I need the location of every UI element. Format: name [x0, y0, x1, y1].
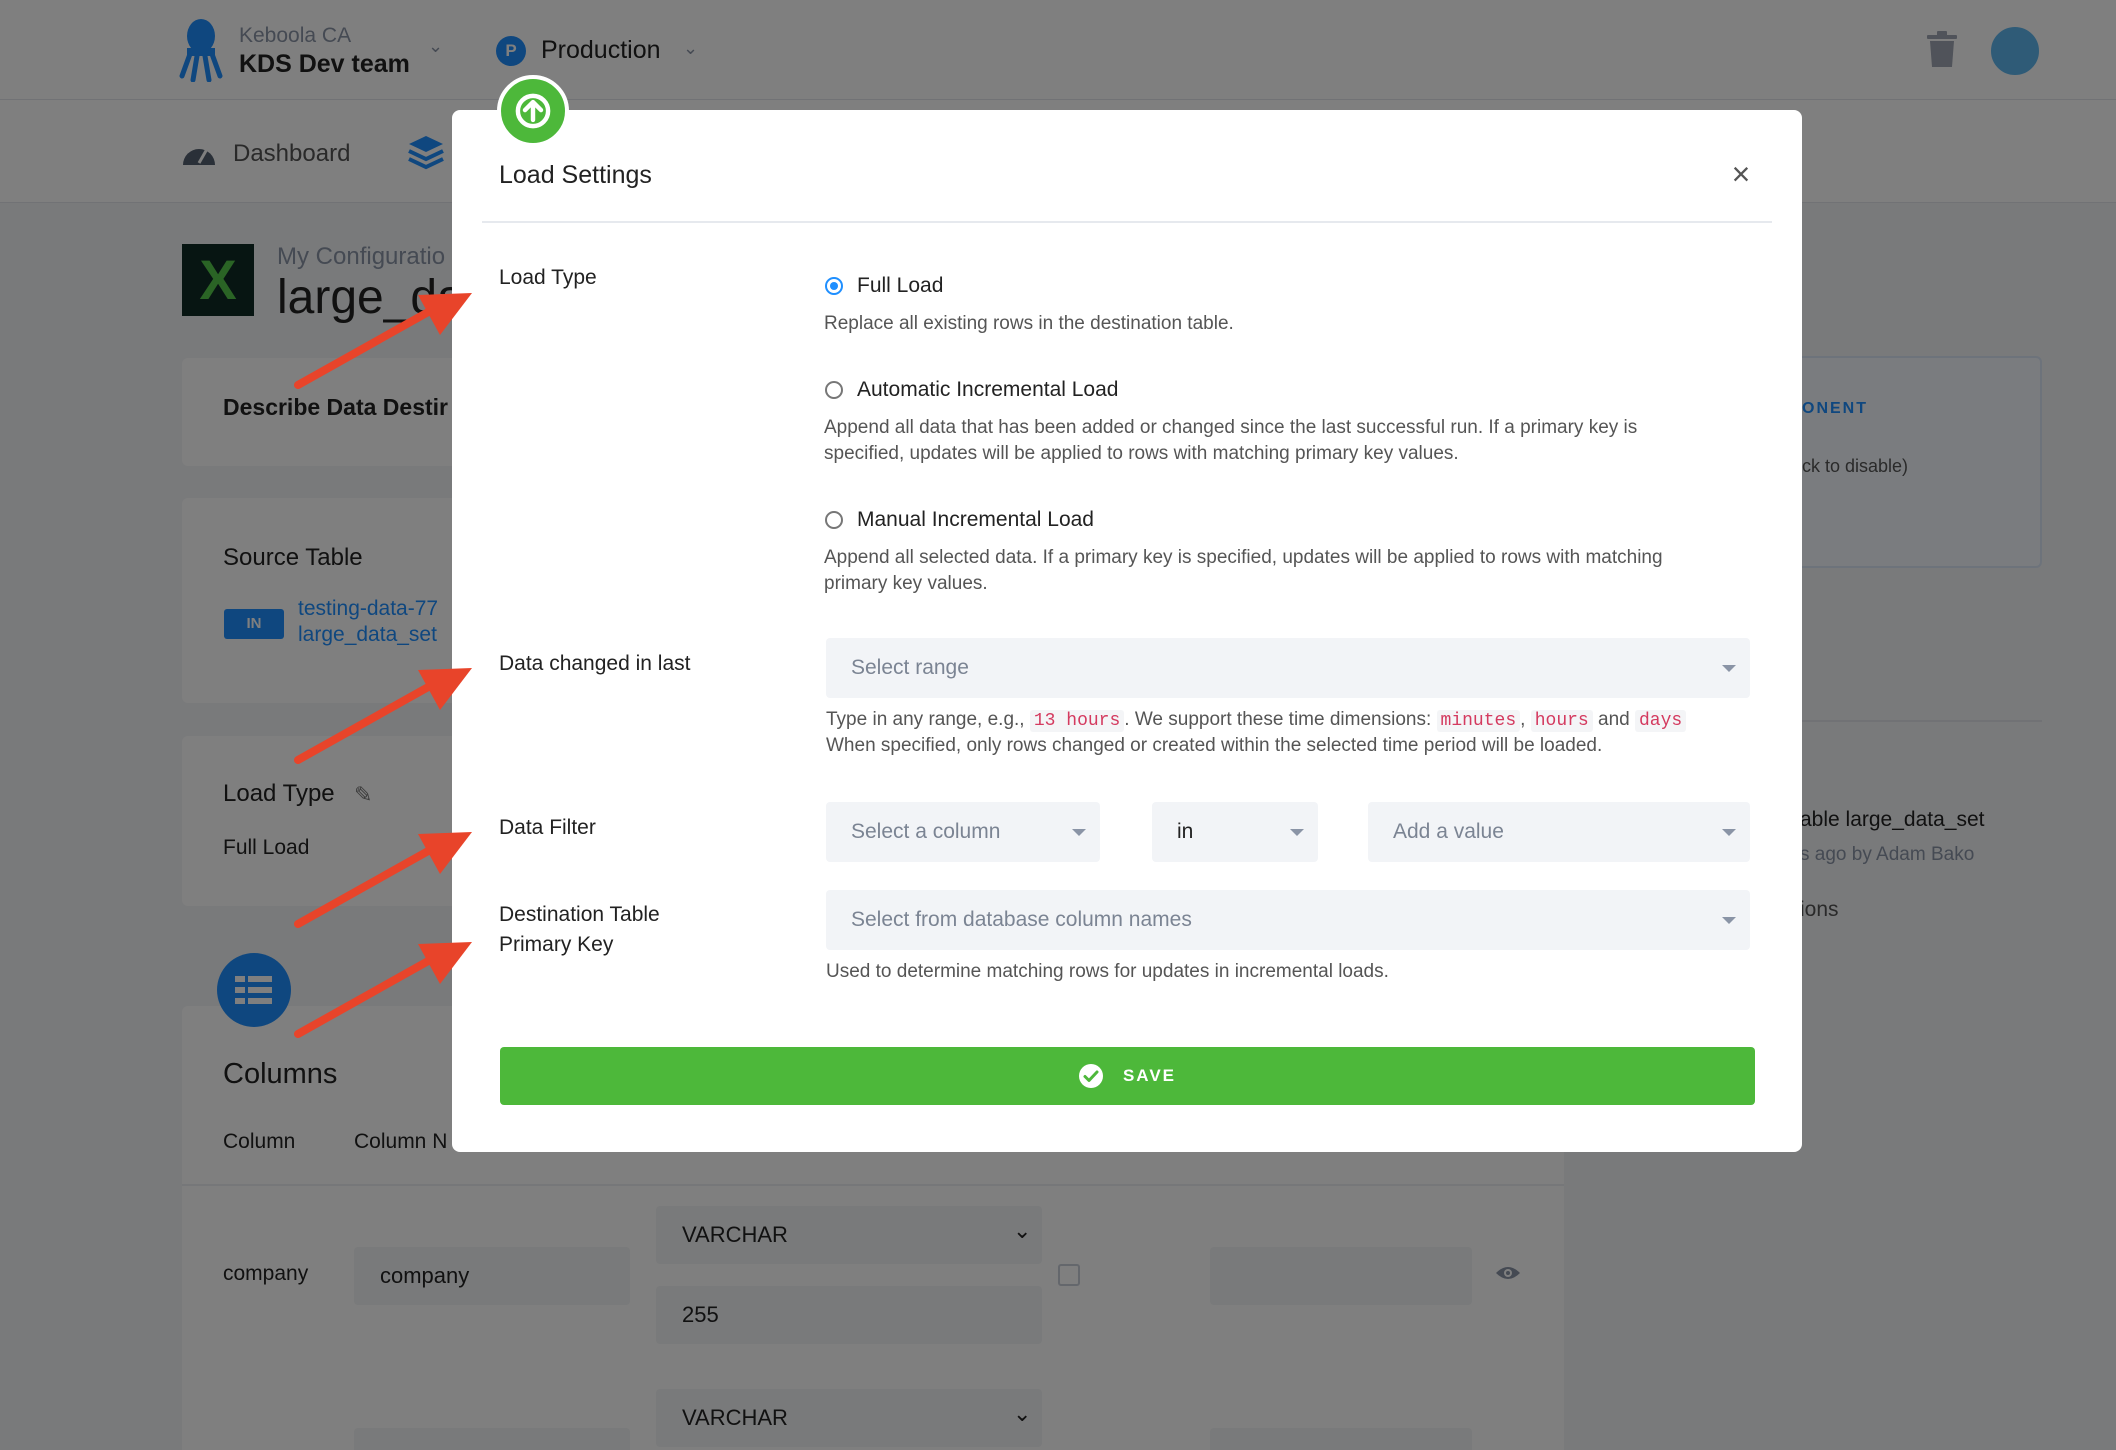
- caret-down-icon: [1072, 829, 1086, 836]
- time-range-help-2: When specified, only rows changed or cre…: [826, 735, 1603, 756]
- dimension-days: days: [1635, 710, 1687, 732]
- filter-column-select[interactable]: Select a column: [826, 802, 1100, 862]
- caret-down-icon: [1722, 665, 1736, 672]
- caret-down-icon: [1722, 917, 1736, 924]
- filter-operator-select[interactable]: in: [1152, 802, 1318, 862]
- manual-incremental-load-help-1: Append all selected data. If a primary k…: [824, 547, 1663, 568]
- close-icon[interactable]: ×: [1726, 158, 1756, 190]
- manual-incremental-load-label[interactable]: Manual Incremental Load: [857, 508, 1094, 532]
- time-range-help-mid: . We support these time dimensions:: [1124, 709, 1432, 730]
- manual-incremental-load-radio[interactable]: [825, 511, 843, 529]
- annotation-arrow: [294, 942, 472, 1038]
- annotation-arrow: [294, 293, 472, 389]
- check-circle-icon: [1078, 1064, 1103, 1088]
- time-range-placeholder: Select range: [851, 656, 969, 679]
- load-type-label: Load Type: [499, 266, 597, 289]
- primary-key-help: Used to determine matching rows for upda…: [826, 961, 1389, 982]
- primary-key-label-1: Destination Table: [499, 903, 660, 926]
- manual-incremental-load-help-2: primary key values.: [824, 573, 988, 594]
- modal-title: Load Settings: [499, 161, 652, 189]
- full-load-label[interactable]: Full Load: [857, 274, 943, 298]
- automatic-incremental-load-help-1: Append all data that has been added or c…: [824, 417, 1638, 438]
- automatic-incremental-load-label[interactable]: Automatic Incremental Load: [857, 378, 1118, 402]
- primary-key-placeholder: Select from database column names: [851, 908, 1192, 931]
- automatic-incremental-load-help-2: specified, updates will be applied to ro…: [824, 443, 1459, 464]
- time-range-help: Type in any range, e.g., 13 hours. We su…: [826, 707, 1687, 734]
- upload-arrow-icon: [497, 75, 569, 147]
- example-range: 13 hours: [1029, 710, 1125, 732]
- full-load-help: Replace all existing rows in the destina…: [824, 313, 1234, 334]
- primary-key-select[interactable]: Select from database column names: [826, 890, 1750, 950]
- filter-operator-value: in: [1177, 820, 1194, 843]
- caret-down-icon: [1722, 829, 1736, 836]
- load-settings-modal: Load Settings × Load Type Full Load Repl…: [452, 110, 1802, 1152]
- annotation-arrow: [294, 668, 472, 764]
- filter-value-placeholder: Add a value: [1393, 820, 1504, 843]
- primary-key-label-2: Primary Key: [499, 933, 614, 956]
- annotation-arrow: [294, 832, 472, 928]
- save-label: SAVE: [1122, 1066, 1177, 1085]
- dimension-minutes: minutes: [1436, 710, 1521, 732]
- data-changed-label: Data changed in last: [499, 652, 691, 675]
- time-range-help-prefix: Type in any range, e.g.,: [826, 709, 1025, 730]
- dimension-hours: hours: [1530, 710, 1593, 732]
- save-button[interactable]: SAVE: [500, 1047, 1755, 1105]
- caret-down-icon: [1290, 829, 1304, 836]
- filter-value-select[interactable]: Add a value: [1368, 802, 1750, 862]
- automatic-incremental-load-radio[interactable]: [825, 381, 843, 399]
- data-filter-label: Data Filter: [499, 816, 596, 839]
- filter-column-placeholder: Select a column: [851, 820, 1001, 843]
- modal-divider: [482, 221, 1772, 223]
- full-load-radio[interactable]: [825, 277, 843, 295]
- time-range-select[interactable]: Select range: [826, 638, 1750, 698]
- dimension-and: and: [1598, 709, 1630, 730]
